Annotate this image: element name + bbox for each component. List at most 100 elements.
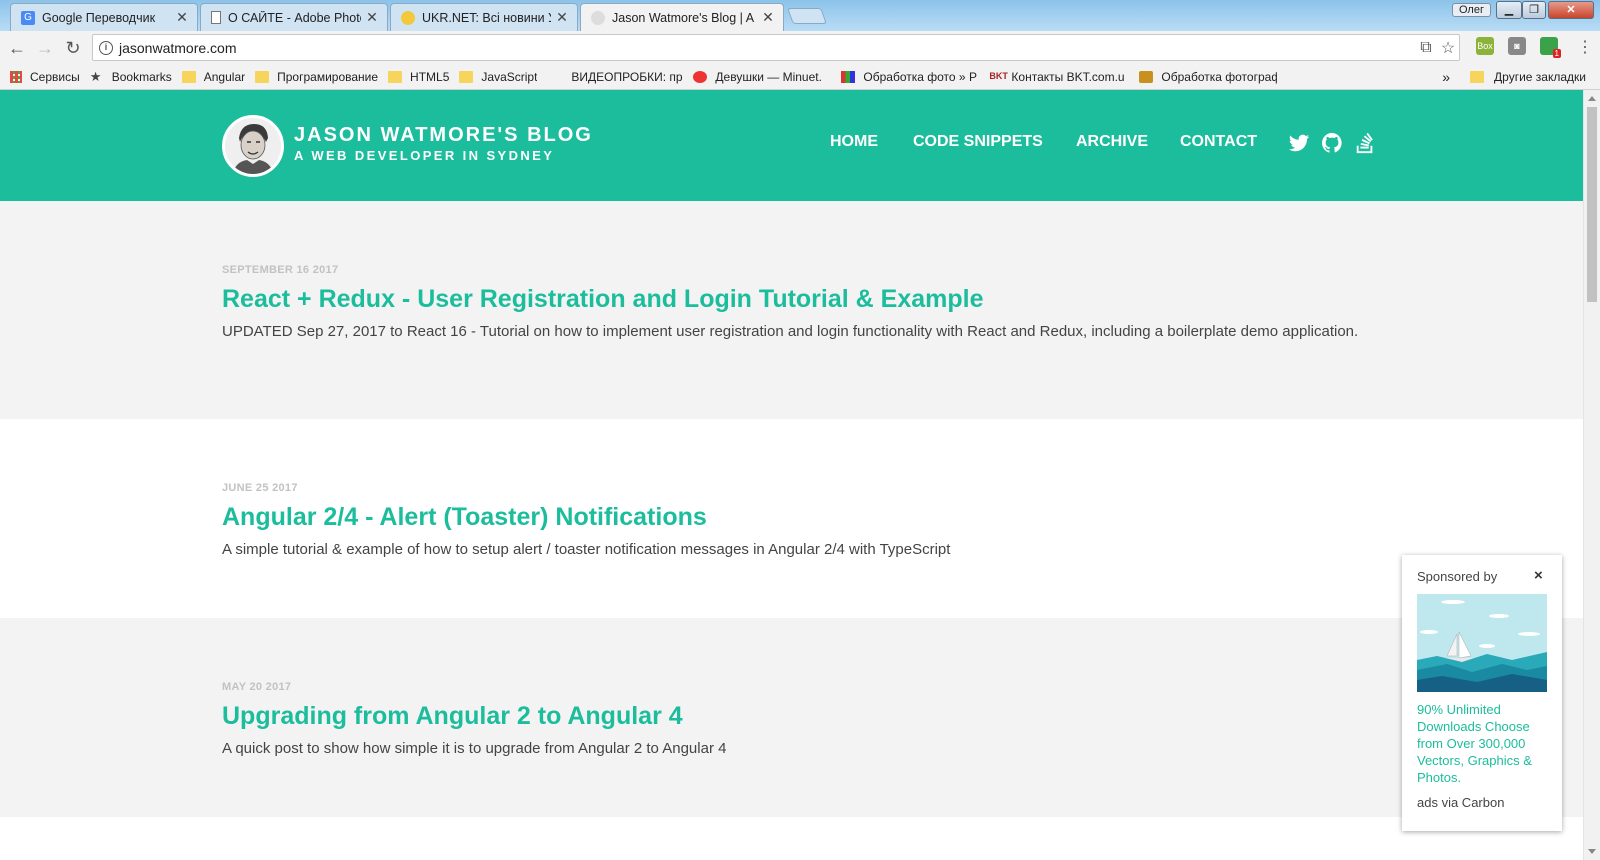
google-translate-icon: G [21,10,35,25]
page-viewport: JASON WATMORE'S BLOG A WEB DEVELOPER IN … [0,90,1583,860]
bookmark-folder-programming[interactable]: Програмирование [255,70,378,84]
tab-label: О САЙТЕ - Adobe Photo [228,10,361,25]
tab-adobe-photo[interactable]: О САЙТЕ - Adobe Photo ✕ [200,3,388,31]
avatar-icon [591,10,605,25]
bookmark-label: Програмирование [277,69,379,84]
minuet-icon [693,70,708,83]
author-avatar[interactable] [222,115,284,177]
minimize-window-button[interactable]: ▁ [1496,1,1522,19]
translate-icon[interactable]: ⧉ [1415,39,1437,57]
post-title-link[interactable]: Upgrading from Angular 2 to Angular 4 [222,702,683,731]
scrollbar-thumb[interactable] [1587,107,1597,302]
bookmark-photo-edit[interactable]: Обработка фото » P [841,70,979,84]
post-date: MAY 20 2017 [222,681,292,693]
box-extension-icon[interactable]: Box [1476,37,1494,55]
tab-close-icon[interactable]: ✕ [555,9,569,26]
post-title-link[interactable]: Angular 2/4 - Alert (Toaster) Notificati… [222,503,707,532]
post-item: JUNE 25 2017 Angular 2/4 - Alert (Toaste… [0,419,1583,618]
site-subtitle: A WEB DEVELOPER IN SYDNEY [294,148,555,163]
bookmark-label: JavaScript [481,69,538,84]
post-title-link[interactable]: React + Redux - User Registration and Lo… [222,285,984,314]
post-date: SEPTEMBER 16 2017 [222,264,339,276]
sailboat-illustration-icon [1417,594,1547,692]
close-ad-icon[interactable]: × [1534,567,1543,584]
tab-jason-watmore[interactable]: Jason Watmore's Blog | A ✕ [580,3,784,31]
ad-image[interactable] [1417,594,1547,692]
ukrnet-icon [401,10,415,25]
tab-close-icon[interactable]: ✕ [761,9,775,26]
bookmark-star-icon[interactable]: ☆ [1437,38,1459,58]
more-bookmarks-icon[interactable]: » [1442,69,1450,85]
github-icon[interactable] [1321,132,1343,154]
profile-button[interactable]: Олег [1452,3,1491,17]
bookmark-label: HTML5 [410,69,450,84]
tab-label: UKR.NET: Всі новини Укр [422,10,551,25]
folder-icon [181,70,196,83]
page-scrollbar[interactable] [1583,90,1600,860]
reload-icon[interactable]: ↻ [62,37,84,59]
bookmark-label: Обработка фото » P [863,69,977,84]
bookmark-label: Обработка фотограф [1161,69,1278,84]
bookmark-apps[interactable]: Сервисы [10,70,80,84]
scroll-up-icon[interactable] [1588,96,1596,101]
bookmark-label: ВИДЕОПРОБКИ: про [571,69,684,84]
bkt-icon: BKT [989,70,1008,81]
photo2-icon [1139,70,1154,83]
twitter-icon[interactable] [1288,132,1310,154]
tab-label: Google Переводчик [42,10,156,25]
folder-icon [459,70,474,83]
tab-close-icon[interactable]: ✕ [365,9,379,26]
bookmark-minuet[interactable]: Девушки — Minuet. [693,70,831,84]
tab-google-translate[interactable]: G Google Переводчик ✕ [10,3,198,31]
camera-extension-icon[interactable]: ◙ [1508,37,1526,55]
nav-home[interactable]: HOME [830,133,878,151]
post-summary: A simple tutorial & example of how to se… [222,541,951,558]
browser-toolbar: ← → ↻ i jasonwatmore.com ⧉ ☆ Box ◙ 1 ⋮ [0,31,1600,64]
scroll-down-icon[interactable] [1588,849,1596,854]
nav-code-snippets[interactable]: CODE SNIPPETS [913,133,1043,151]
other-bookmarks[interactable]: Другие закладки [1494,70,1586,84]
extension-icon[interactable]: 1 [1540,37,1561,58]
tab-close-icon[interactable]: ✕ [175,9,189,26]
address-text[interactable]: jasonwatmore.com [119,40,1415,56]
folder-icon [388,70,403,83]
ads-via-carbon-link[interactable]: ads via Carbon [1417,795,1504,810]
bookmarks-bar: Сервисы ★ Bookmarks Angular Програмирова… [0,64,1600,90]
bookmark-label: Bookmarks [111,69,172,84]
stackoverflow-icon[interactable] [1354,132,1376,154]
site-title[interactable]: JASON WATMORE'S BLOG [294,124,593,147]
back-icon[interactable]: ← [6,37,28,59]
restore-window-button[interactable]: ❐ [1522,1,1546,19]
bookmark-label: Angular [203,69,246,84]
close-window-button[interactable]: ✕ [1548,1,1594,19]
bookmark-photo-edit-2[interactable]: Обработка фотограф [1139,70,1277,84]
new-tab-button[interactable] [787,8,827,24]
bookmark-videoprobki[interactable]: ВИДЕОПРОБКИ: про [571,70,683,84]
nav-contact[interactable]: CONTACT [1180,133,1257,151]
photo-icon [841,70,856,83]
post-summary: A quick post to show how simple it is to… [222,740,727,757]
site-header: JASON WATMORE'S BLOG A WEB DEVELOPER IN … [0,90,1583,201]
extension-badge: 1 [1552,49,1561,58]
bookmark-folder-angular[interactable]: Angular [181,69,246,84]
nav-archive[interactable]: ARCHIVE [1076,133,1148,151]
forward-icon[interactable]: → [34,37,56,59]
tab-label: Jason Watmore's Blog | A [612,10,755,25]
post-date: JUNE 25 2017 [222,482,298,494]
bookmark-bkt[interactable]: BKT Контакты BKT.com.u [989,70,1129,84]
address-bar[interactable]: i jasonwatmore.com ⧉ ☆ [92,34,1460,61]
post-item: SEPTEMBER 16 2017 React + Redux - User R… [0,201,1583,419]
bookmark-bookmarks[interactable]: ★ Bookmarks [90,70,172,84]
ad-text-link[interactable]: 90% Unlimited Downloads Choose from Over… [1417,701,1547,786]
post-summary: UPDATED Sep 27, 2017 to React 16 - Tutor… [222,323,1359,340]
site-info-icon[interactable]: i [99,40,113,55]
bookmark-folder-html5[interactable]: HTML5 [388,70,449,84]
sponsored-label: Sponsored by [1417,569,1498,584]
bookmark-label: Девушки — Minuet. [715,69,822,84]
bookmark-label: Контакты BKT.com.u [1011,69,1125,84]
bookmark-folder-javascript[interactable]: JavaScript [459,70,537,84]
folder-icon [1470,71,1485,83]
tab-ukrnet[interactable]: UKR.NET: Всі новини Укр ✕ [390,3,578,31]
menu-icon[interactable]: ⋮ [1574,37,1596,59]
browser-tab-strip: G Google Переводчик ✕ О САЙТЕ - Adobe Ph… [0,0,1600,31]
